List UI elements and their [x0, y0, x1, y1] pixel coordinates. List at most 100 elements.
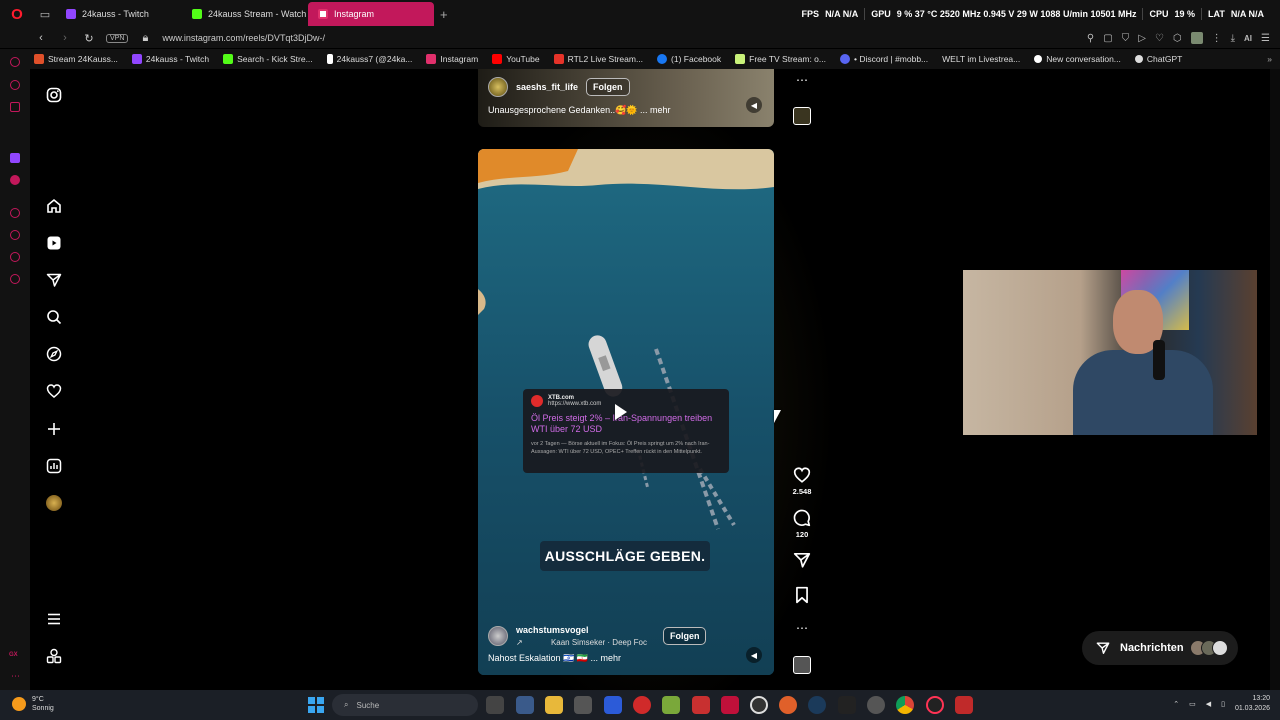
- steam-icon[interactable]: [808, 696, 826, 714]
- stream-app-icon[interactable]: [692, 696, 710, 714]
- browser-app-icon[interactable]: [779, 696, 797, 714]
- author-username[interactable]: saeshs_fit_life: [516, 82, 578, 92]
- back-icon[interactable]: ‹: [34, 32, 48, 44]
- audio-thumb[interactable]: [786, 656, 818, 674]
- reload-icon[interactable]: ↻: [82, 32, 96, 45]
- sidebar-instagram-icon[interactable]: [10, 102, 20, 112]
- notifications-icon[interactable]: [44, 381, 64, 401]
- sidebar-player-icon[interactable]: [10, 208, 20, 218]
- comment-button[interactable]: 120: [786, 509, 818, 539]
- v-app-icon[interactable]: [604, 696, 622, 714]
- share-button[interactable]: [786, 551, 818, 569]
- save-button[interactable]: [786, 586, 818, 604]
- battery-icon[interactable]: ▯: [1221, 700, 1225, 708]
- tab-instagram[interactable]: Instagram: [308, 2, 434, 26]
- mute-icon[interactable]: ◀︎: [746, 97, 762, 113]
- new-tab-button[interactable]: +: [440, 7, 448, 22]
- bookmark-item[interactable]: RTL2 Live Stream...: [553, 54, 643, 64]
- author-avatar[interactable]: [488, 77, 508, 97]
- more-options-top[interactable]: ⋯: [786, 73, 818, 87]
- pin-icon[interactable]: ⚲: [1087, 33, 1094, 44]
- messages-icon[interactable]: [44, 270, 64, 290]
- audio-thumb[interactable]: [786, 107, 818, 125]
- tray-chevron-icon[interactable]: ⌃: [1173, 700, 1179, 708]
- game-app-icon[interactable]: [662, 696, 680, 714]
- bookmark-item[interactable]: Stream 24Kauss...: [34, 54, 118, 64]
- settings-app-icon[interactable]: [867, 696, 885, 714]
- bookmark-item[interactable]: ChatGPT: [1134, 54, 1182, 64]
- vpn-badge[interactable]: VPN: [106, 33, 129, 43]
- sidebar-ai-icon[interactable]: [10, 57, 20, 67]
- shield-icon[interactable]: ⛉: [1122, 33, 1130, 44]
- reel-caption[interactable]: Unausgesprochene Gedanken..🥰🌞 ... mehr: [488, 105, 671, 116]
- audio-track[interactable]: ↗ Kaan Simseker · Deep Foc: [516, 638, 647, 647]
- page-scrollbar[interactable]: [1270, 69, 1280, 690]
- sidebar-history-icon[interactable]: [10, 230, 20, 240]
- red-app2-icon[interactable]: [955, 696, 973, 714]
- more-options[interactable]: ⋯: [786, 621, 818, 635]
- current-reel[interactable]: XTB.com https://www.xtb.com Öl Preis ste…: [478, 149, 774, 675]
- forward-icon[interactable]: ›: [58, 32, 72, 44]
- search-icon[interactable]: [44, 307, 64, 327]
- bookmark-item[interactable]: Search - Kick Stre...: [223, 54, 313, 64]
- tab-twitch[interactable]: 24kauss - Twitch: [56, 2, 182, 26]
- bookmark-item[interactable]: 24kauss - Twitch: [131, 54, 209, 64]
- reels-icon[interactable]: [44, 233, 64, 253]
- like-button[interactable]: 2.548: [786, 466, 818, 496]
- messages-button[interactable]: Nachrichten: [1082, 631, 1238, 665]
- sidebar-settings-icon[interactable]: [10, 274, 20, 284]
- author-username[interactable]: wachstumsvogel: [516, 625, 647, 635]
- instagram-icon[interactable]: [44, 85, 64, 105]
- start-icon[interactable]: [308, 697, 324, 713]
- sidebar-gx-icon[interactable]: GX: [9, 652, 18, 658]
- tab-kick[interactable]: 24kauss Stream - Watch l: [182, 2, 308, 26]
- network-icon[interactable]: ▭: [1189, 700, 1196, 708]
- sidebar-youtube-icon[interactable]: [10, 175, 20, 185]
- player-icon[interactable]: ▷: [1138, 33, 1146, 44]
- red-app-icon[interactable]: [633, 696, 651, 714]
- profile-avatar[interactable]: [44, 493, 64, 513]
- opera-gx-icon[interactable]: [926, 696, 944, 714]
- reel-caption[interactable]: Nahost Eskalation 🇮🇱 🇮🇷 ... mehr: [488, 653, 621, 664]
- epic-games-icon[interactable]: [838, 696, 856, 714]
- bookmark-item[interactable]: YouTube: [492, 54, 540, 64]
- record-app-icon[interactable]: [721, 696, 739, 714]
- sidebar-twitch-icon[interactable]: [10, 153, 20, 163]
- chrome-icon[interactable]: [896, 696, 914, 714]
- download-icon[interactable]: ⤓: [1231, 33, 1235, 44]
- explore-icon[interactable]: [44, 344, 64, 364]
- url-field[interactable]: www.instagram.com/reels/DVTqt3DjDw-/: [162, 33, 325, 43]
- bookmark-item[interactable]: 24kauss7 (@24ka...: [326, 54, 412, 64]
- lock-icon[interactable]: 🔒︎: [138, 32, 152, 45]
- create-icon[interactable]: [44, 419, 64, 439]
- author-avatar[interactable]: [488, 626, 508, 646]
- bookmark-item[interactable]: (1) Facebook: [657, 54, 721, 64]
- obs-icon[interactable]: [750, 696, 768, 714]
- sidebar-messenger-icon[interactable]: [10, 80, 20, 90]
- menu-dots-icon[interactable]: ⋮: [1212, 33, 1222, 44]
- bookmark-item[interactable]: New conversation...: [1034, 54, 1121, 64]
- file-explorer-icon[interactable]: [545, 696, 563, 714]
- mute-icon[interactable]: ◀︎: [746, 647, 762, 663]
- apps-icon[interactable]: [44, 646, 64, 666]
- sidebar-extensions-icon[interactable]: [10, 252, 20, 262]
- follow-button[interactable]: Folgen: [662, 627, 707, 645]
- home-icon[interactable]: [44, 196, 64, 216]
- profile-avatar[interactable]: [1190, 32, 1203, 44]
- menu-icon[interactable]: [44, 609, 64, 629]
- bookmark-item[interactable]: Free TV Stream: o...: [735, 54, 826, 64]
- task-view-icon[interactable]: [486, 696, 504, 714]
- follow-button[interactable]: Folgen: [586, 78, 630, 96]
- heart-icon[interactable]: ♡: [1155, 33, 1164, 44]
- easy-setup-icon[interactable]: ☰: [1261, 33, 1270, 44]
- dashboard-icon[interactable]: [44, 456, 64, 476]
- calculator-icon[interactable]: [516, 696, 534, 714]
- extensions-icon[interactable]: ⬡: [1173, 33, 1182, 44]
- sidebar-more-icon[interactable]: ⋯: [11, 671, 20, 682]
- previous-reel[interactable]: saeshs_fit_life Folgen Unausgesprochene …: [478, 69, 774, 127]
- opera-menu-icon[interactable]: O: [6, 3, 28, 25]
- play-icon[interactable]: [615, 404, 627, 420]
- taskbar-search[interactable]: ⌕ Suche: [332, 694, 478, 716]
- bookmark-item[interactable]: WELT im Livestrea...: [942, 54, 1020, 64]
- bookmark-item[interactable]: • Discord | #mobb...: [839, 54, 928, 64]
